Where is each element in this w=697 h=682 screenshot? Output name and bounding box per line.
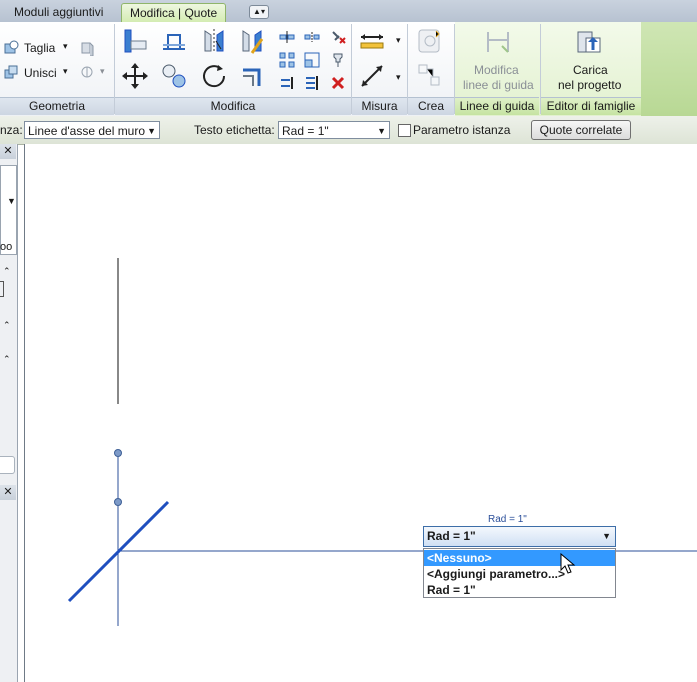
dropdown-option-nessuno[interactable]: <Nessuno> [424,550,615,566]
mouse-cursor-icon [560,553,576,574]
dropdown-option-aggiungi-parametro[interactable]: <Aggiungi parametro...> [424,566,615,582]
dimension-label[interactable]: Rad = 1" [488,514,527,525]
label-dropdown-list: <Nessuno> <Aggiungi parametro...> Rad = … [423,548,616,598]
grip-handle[interactable] [114,498,122,506]
label-dropdown-value: Rad = 1" [427,529,476,543]
chevron-down-icon: ▼ [602,531,611,541]
label-dropdown[interactable]: Rad = 1" ▼ [423,526,616,547]
dropdown-option-rad[interactable]: Rad = 1" [424,582,615,598]
grip-handle[interactable] [114,449,122,457]
